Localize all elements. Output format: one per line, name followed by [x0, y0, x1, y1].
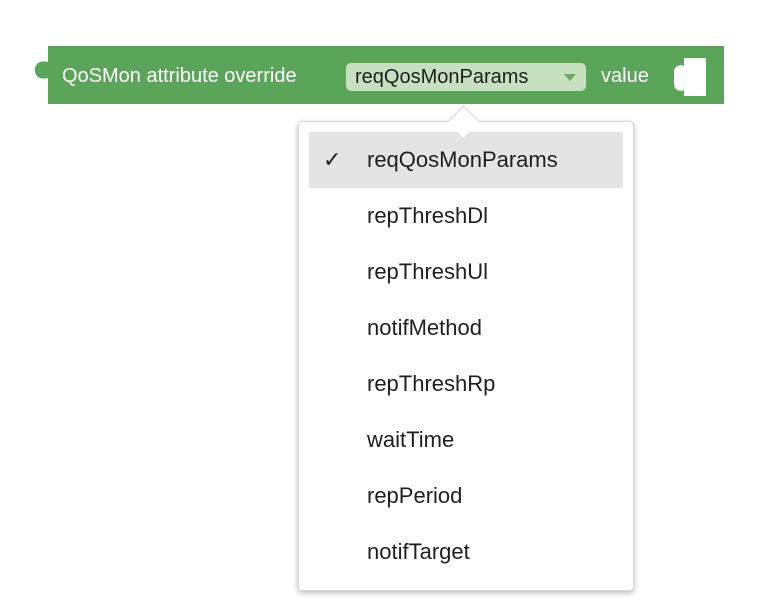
menu-item-notifMethod[interactable]: notifMethod [309, 300, 623, 356]
checkmark-icon: ✓ [323, 147, 342, 172]
qosmon-override-block[interactable]: QoSMon attribute override reqQosMonParam… [34, 46, 724, 104]
menu-item-waitTime[interactable]: waitTime [309, 412, 623, 468]
menu-item-label: repThreshUl [367, 259, 489, 284]
dropdown-menu-items: ✓ reqQosMonParams repThreshDl repThreshUl no… [309, 132, 623, 580]
menu-item-label: notifMethod [367, 315, 482, 340]
menu-item-repThreshDl[interactable]: repThreshDl [309, 188, 623, 244]
dropdown-selected-value: reqQosMonParams [355, 66, 529, 88]
menu-item-label: repThreshDl [367, 203, 489, 228]
menu-item-repPeriod[interactable]: repPeriod [309, 468, 623, 524]
menu-item-label: repThreshRp [367, 371, 496, 396]
dropdown-menu: ✓ reqQosMonParams repThreshDl repThreshUl no… [298, 121, 634, 591]
menu-item-repThreshRp[interactable]: repThreshRp [309, 356, 623, 412]
menu-item-repThreshUl[interactable]: repThreshUl [309, 244, 623, 300]
chevron-down-icon [564, 74, 576, 81]
menu-item-notifTarget[interactable]: notifTarget [309, 524, 623, 580]
menu-item-label: reqQosMonParams [367, 147, 558, 172]
menu-item-reqQosMonParams[interactable]: ✓ reqQosMonParams [309, 132, 623, 188]
menu-item-label: waitTime [367, 427, 455, 452]
attribute-dropdown-field[interactable]: reqQosMonParams [346, 63, 586, 91]
workspace-canvas: QoSMon attribute override reqQosMonParam… [0, 0, 780, 614]
value-label: value [601, 65, 649, 87]
block-title: QoSMon attribute override [62, 65, 297, 87]
menu-item-label: repPeriod [367, 483, 463, 508]
value-input-socket[interactable] [674, 58, 706, 96]
menu-item-label: notifTarget [367, 539, 470, 564]
